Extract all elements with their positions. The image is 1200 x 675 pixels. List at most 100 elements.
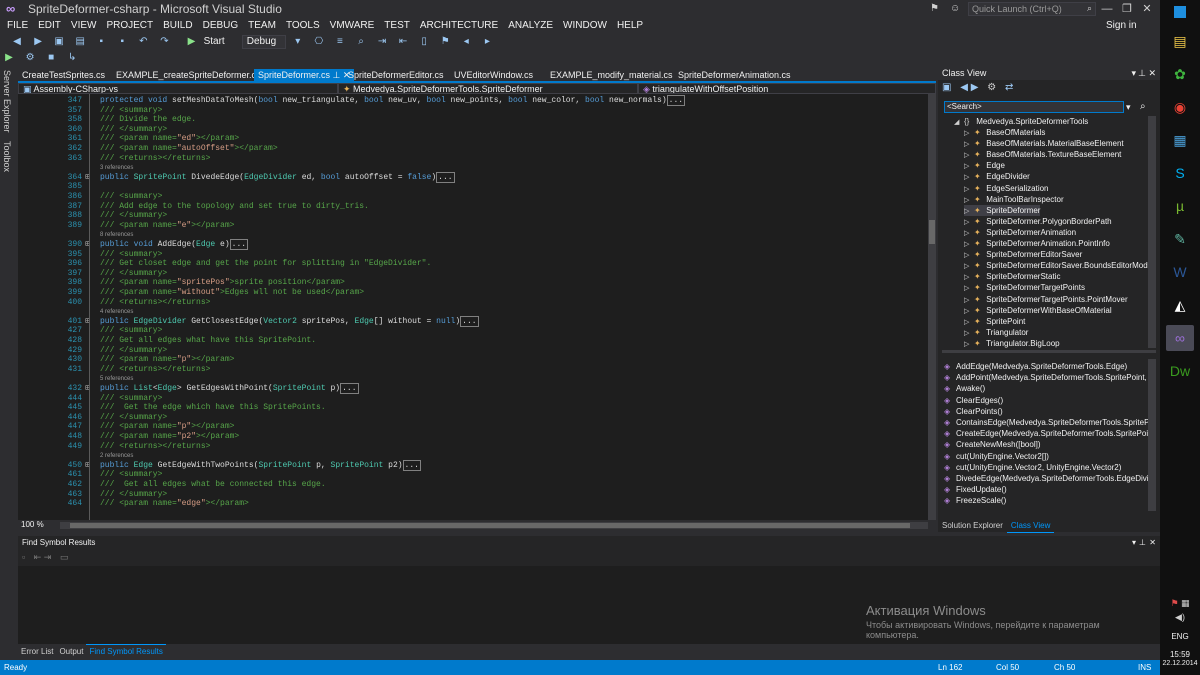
expand-outline-icon[interactable]: ⊞ — [85, 461, 95, 471]
comment-icon[interactable]: ▯ — [417, 35, 431, 49]
member-item[interactable]: ◈ FixedUpdate() — [944, 484, 1007, 495]
member-item[interactable]: ◈ cut(UnityEngine.Vector2, UnityEngine.Ve… — [944, 462, 1121, 473]
feedback-flag-icon[interactable]: ⚑ — [930, 3, 939, 14]
code-line[interactable]: 389 /// <param name="e"></param> — [18, 221, 928, 231]
close-button[interactable]: ✕ — [1140, 2, 1154, 16]
expand-outline-icon[interactable]: ⊞ — [85, 173, 95, 183]
prev-result-icon[interactable]: ⇤ — [34, 552, 42, 562]
dreamweaver-icon[interactable]: Dw — [1166, 358, 1194, 384]
tree-type-item[interactable]: ▷ ✦ Edge — [964, 160, 1005, 171]
code-line[interactable]: 357 /// <summary> — [18, 106, 928, 116]
minimize-button[interactable]: — — [1100, 2, 1114, 16]
tree-type-item[interactable]: ▷ ✦ BaseOfMaterials.TextureBaseElement — [964, 149, 1121, 160]
utorrent-icon[interactable]: µ — [1166, 193, 1194, 219]
menu-debug[interactable]: DEBUG — [198, 18, 244, 34]
tree-type-item[interactable]: ▷ ✦ SpriteDeformerStatic — [964, 271, 1060, 282]
doc-tab[interactable]: EXAMPLE_modify_material.cs — [546, 69, 677, 81]
editor-vertical-scroll-thumb[interactable] — [929, 220, 935, 244]
tree-type-item[interactable]: ▷ ✦ BaseOfMaterials.MaterialBaseElement — [964, 138, 1124, 149]
clear-icon[interactable]: ▭ — [60, 552, 69, 562]
outdent-icon[interactable]: ⇤ — [396, 35, 410, 49]
tree-type-item[interactable]: ▷ ✦ SpriteDeformerAnimation — [964, 227, 1076, 238]
visual-studio-icon[interactable]: ∞ — [1166, 325, 1194, 351]
tray-volume-icon[interactable]: ◀) — [1175, 612, 1185, 622]
output-tab[interactable]: Output — [56, 645, 86, 659]
code-line[interactable]: 450 ⊞ public Edge GetEdgeWithTwoPoints(Spr… — [18, 459, 928, 471]
tree-type-item[interactable]: ▷ ✦ SpritePoint — [964, 316, 1025, 327]
clock-date[interactable]: 22.12.2014 — [1160, 660, 1200, 667]
pin-icon[interactable]: ⊥ — [1139, 536, 1146, 549]
search-icon[interactable]: ⌕ — [1140, 101, 1146, 112]
code-line[interactable]: 395 /// <summary> — [18, 250, 928, 260]
sign-in-link[interactable]: Sign in — [1106, 20, 1137, 31]
notifications-icon[interactable]: ☺ — [950, 3, 960, 14]
code-line[interactable]: 361 /// <param name="ed"></param> — [18, 134, 928, 144]
zoom-level[interactable]: 100 % — [18, 520, 44, 529]
panel-dropdown-icon[interactable]: ▾ — [1131, 66, 1136, 80]
tree-type-item[interactable]: ▷ ✦ SpriteDeformer.PolygonBorderPath — [964, 216, 1112, 227]
panel-dropdown-icon[interactable]: ▾ — [1132, 536, 1136, 549]
member-item[interactable]: ◈ AddPoint(Medvedya.SpriteDeformerTools.S… — [944, 372, 1148, 383]
code-line[interactable]: 398 /// <param name="spritePos">sprite po… — [18, 278, 928, 288]
code-line[interactable]: 429 /// </summary> — [18, 346, 928, 356]
format-icon[interactable]: ≡ — [333, 35, 347, 49]
attach-icon[interactable]: ⚙ — [23, 51, 37, 65]
new-project-icon[interactable]: ▣ — [52, 35, 66, 49]
undo-icon[interactable]: ↶ — [136, 35, 150, 49]
clock-time[interactable]: 15:59 — [1160, 650, 1200, 659]
code-line[interactable]: 360 /// </summary> — [18, 125, 928, 135]
bookmark-icon[interactable]: ⚑ — [438, 35, 452, 49]
members-scrollbar[interactable] — [1148, 359, 1156, 511]
step-icon[interactable]: ↳ — [65, 51, 79, 65]
start-debug-icon[interactable]: ▶ — [185, 35, 199, 49]
tree-type-item[interactable]: ▷ ✦ SpriteDeformerEditorSaver.BoundsEdito… — [964, 260, 1148, 271]
code-line[interactable]: 432 ⊞ public List<Edge> GetEdgesWithPoint(… — [18, 383, 928, 394]
menu-help[interactable]: HELP — [612, 18, 648, 34]
tree-type-item[interactable]: ▷ ✦ Triangulator — [964, 327, 1028, 338]
type-select[interactable]: ✦ Medvedya.SpriteDeformerTools.SpriteDef… — [338, 83, 638, 94]
expand-outline-icon[interactable]: ⊞ — [85, 240, 95, 250]
toolbox-tab[interactable]: Toolbox — [0, 137, 14, 176]
find-symbol-results-tab[interactable]: Find Symbol Results — [86, 644, 166, 659]
save-icon[interactable]: ▪ — [94, 35, 108, 49]
tree-scrollbar[interactable] — [1148, 116, 1156, 348]
back-icon[interactable]: ◀ — [10, 35, 24, 49]
tree-type-item[interactable]: ▷ ✦ SpriteDeformerTargetPoints.PointMover — [964, 294, 1128, 305]
code-line[interactable]: 385 — [18, 182, 928, 192]
code-line[interactable]: 461 /// <summary> — [18, 470, 928, 480]
sync-icon[interactable]: ⇄ — [1005, 82, 1013, 93]
tree-type-item[interactable]: ▷ ✦ EdgeDivider — [964, 171, 1030, 182]
tree-type-item[interactable]: ▷ ✦ SpriteDeformer — [964, 204, 1041, 216]
member-item[interactable]: ◈ ClearEdges() — [944, 395, 1003, 406]
skype-icon[interactable]: S — [1166, 160, 1194, 186]
open-file-icon[interactable]: ▤ — [73, 35, 87, 49]
store-icon[interactable]: ▦ — [1166, 127, 1194, 153]
code-line[interactable]: 431 /// <returns></returns> — [18, 365, 928, 375]
start-button[interactable]: Start — [204, 36, 225, 47]
member-item[interactable]: ◈ FreezeScale() — [944, 495, 1006, 506]
code-line[interactable]: 347 protected void setMeshDataToMesh(bool… — [18, 95, 928, 106]
find-icon[interactable]: ⌕ — [354, 35, 368, 49]
tree-type-item[interactable]: ▷ ✦ EdgeSerialization — [964, 183, 1049, 194]
stop-icon[interactable]: ■ — [44, 51, 58, 65]
menu-test[interactable]: TEST — [379, 18, 415, 34]
code-line[interactable]: 430 /// <param name="p"></param> — [18, 355, 928, 365]
member-item[interactable]: ◈ Awake() — [944, 383, 985, 394]
tree-namespace[interactable]: ◢ {} Medvedya.SpriteDeformerTools — [954, 116, 1088, 127]
save-all-icon[interactable]: ▪ — [115, 35, 129, 49]
code-line[interactable]: 447 /// <param name="p"></param> — [18, 422, 928, 432]
expand-triangle-icon[interactable]: ▷ — [964, 339, 974, 348]
member-item[interactable]: ◈ cut(UnityEngine.Vector2[]) — [944, 451, 1049, 462]
member-item[interactable]: ◈ CreateNewMesh([bool]) — [944, 439, 1040, 450]
solution-config-select[interactable]: Debug — [241, 35, 286, 49]
code-line[interactable]: 388 /// </summary> — [18, 211, 928, 221]
code-line[interactable]: 390 ⊞ public void AddEdge(Edge e)... — [18, 239, 928, 250]
tray-network-icon[interactable]: ▦ — [1181, 598, 1190, 608]
menu-view[interactable]: VIEW — [66, 18, 102, 34]
file-explorer-icon[interactable]: ▤ — [1166, 28, 1194, 54]
member-select[interactable]: ◈ triangulateWithOffsetPosition — [638, 83, 936, 94]
class-view-search-input[interactable]: <Search> — [944, 101, 1124, 113]
panel-close-icon[interactable]: ✕ — [1148, 66, 1156, 80]
tree-type-item[interactable]: ▷ ✦ SpriteDeformerWithBaseOfMaterial — [964, 305, 1112, 316]
editor-vertical-scrollbar[interactable] — [928, 94, 936, 520]
